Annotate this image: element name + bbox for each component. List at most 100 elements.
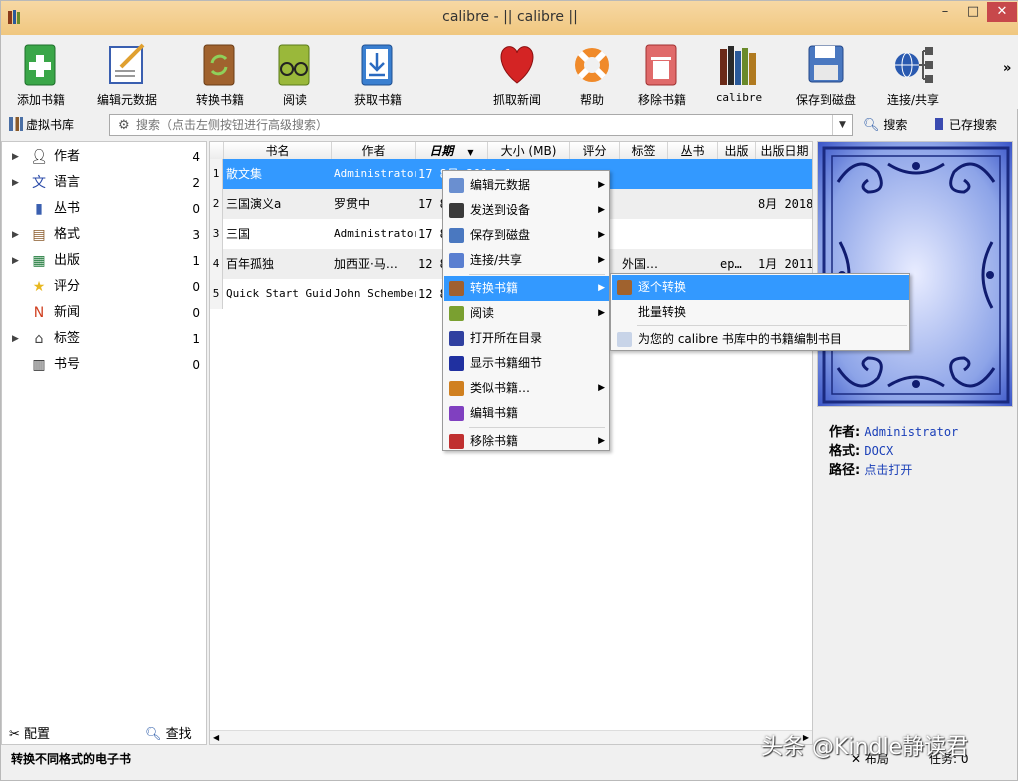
expand-arrow-icon[interactable]: ▶	[12, 170, 19, 196]
tag-category-publisher[interactable]: ▶ ▦ 出版 1	[2, 248, 206, 274]
expand-arrow-icon[interactable]: ▶	[12, 248, 19, 274]
expand-arrow-icon[interactable]: ▶	[12, 326, 19, 352]
tag-category-count: 1	[192, 332, 200, 346]
menu-item-label: 转换书籍	[470, 281, 519, 295]
menu-separator	[469, 274, 605, 275]
menu-item-connect-share[interactable]: 连接/共享 ▶	[444, 248, 609, 273]
column-header[interactable]: 日期 ▼	[416, 142, 488, 160]
toolbar-label: 获取书籍	[353, 93, 402, 107]
column-header-label: 大小 (MB)	[500, 144, 557, 158]
toolbar-button-help-lifebuoy[interactable]: 帮助	[567, 39, 617, 107]
author-key: 作者:	[829, 425, 861, 440]
submenu-item-convert-individually[interactable]: 逐个转换	[612, 275, 909, 300]
tag-category-count: 3	[192, 228, 200, 242]
toolbar-button-save-disk[interactable]: 保存到磁盘	[791, 39, 861, 107]
menu-item-send-device[interactable]: 发送到设备 ▶	[444, 198, 609, 223]
tag-category-news[interactable]: N 新闻 0	[2, 300, 206, 326]
similar-books-icon	[449, 381, 464, 396]
toolbar-button-remove-book[interactable]: 移除书籍	[631, 39, 693, 107]
expand-arrow-icon[interactable]: ▶	[12, 144, 19, 170]
close-button[interactable]: ✕	[987, 2, 1017, 22]
toolbar-overflow-button[interactable]: »	[1003, 61, 1011, 76]
gear-icon[interactable]: ⚙	[118, 118, 130, 133]
toolbar-button-fetch-news[interactable]: 抓取新闻	[485, 39, 549, 107]
read-glasses-icon	[273, 41, 317, 87]
menu-item-info[interactable]: 显示书籍细节	[444, 351, 609, 376]
search-icon: 🔍︎	[863, 118, 880, 133]
row-number[interactable]: 4	[210, 249, 223, 279]
minimize-button[interactable]: –	[931, 2, 959, 22]
column-header[interactable]: 作者	[332, 142, 416, 160]
toolbar-button-edit-metadata[interactable]: 编辑元数据	[93, 39, 161, 107]
column-header[interactable]: 标签	[620, 142, 668, 160]
menu-item-remove-book[interactable]: 移除书籍 ▶	[444, 429, 609, 454]
watermark-text: 头条 @Kindle静读君	[761, 735, 969, 760]
search-history-dropdown[interactable]: ▼	[832, 115, 852, 135]
submenu-item-label: 逐个转换	[638, 280, 687, 294]
submenu-item-create-catalog[interactable]: 为您的 calibre 书库中的书籍编制书目	[612, 327, 909, 352]
tag-category-tags[interactable]: ▶ ⌂ 标签 1	[2, 326, 206, 352]
row-number[interactable]: 1	[210, 159, 223, 189]
series-icon: ▮	[35, 201, 43, 217]
row-number[interactable]: 5	[210, 279, 223, 309]
tag-category-format[interactable]: ▶ ▤ 格式 3	[2, 222, 206, 248]
toolbar-button-read-glasses[interactable]: 阅读	[269, 39, 321, 107]
tag-category-series[interactable]: ▮ 丛书 0	[2, 196, 206, 222]
column-header[interactable]: 书名	[224, 142, 332, 160]
tag-category-language[interactable]: ▶ 文语言 2	[2, 170, 206, 196]
column-header[interactable]: 丛书	[668, 142, 718, 160]
row-number[interactable]: 3	[210, 219, 223, 249]
saved-search-button[interactable]: 已存搜索	[935, 115, 997, 135]
tag-category-barcode[interactable]: ▥ 书号 0	[2, 352, 206, 378]
menu-item-save-disk[interactable]: 保存到磁盘 ▶	[444, 223, 609, 248]
search-input[interactable]	[136, 116, 826, 134]
toolbar-button-connect-share[interactable]: 连接/共享	[881, 39, 945, 107]
menu-item-label: 打开所在目录	[470, 331, 543, 345]
search-icon: 🔍︎	[145, 727, 162, 742]
cell-title: 三国演义a	[226, 197, 282, 211]
edit-book-icon	[449, 406, 464, 421]
menu-item-similar-books[interactable]: 类似书籍… ▶	[444, 376, 609, 401]
column-header[interactable]: 出版日期	[756, 142, 812, 160]
saved-search-label: 已存搜索	[949, 118, 998, 132]
edit-metadata-icon	[105, 41, 149, 87]
toolbar-button-get-books[interactable]: 获取书籍	[345, 39, 411, 107]
column-header[interactable]: 出版	[718, 142, 756, 160]
maximize-button[interactable]: □	[959, 2, 987, 22]
menu-item-read-glasses[interactable]: 阅读 ▶	[444, 301, 609, 326]
path-link[interactable]: 点击打开	[864, 463, 912, 477]
cell-author: 罗贯中	[334, 197, 371, 211]
toolbar-button-calibre-library[interactable]: calibre	[711, 39, 767, 107]
expand-arrow-icon[interactable]: ▶	[12, 222, 19, 248]
toolbar-label: 添加书籍	[16, 93, 65, 107]
menu-item-edit-book[interactable]: 编辑书籍	[444, 401, 609, 426]
cell-author: Administrator	[334, 227, 416, 240]
tools-icon: ✂	[9, 727, 20, 742]
search-button[interactable]: 🔍︎ 搜索	[863, 115, 907, 135]
search-box: ⚙ ▼	[109, 114, 853, 136]
tag-category-rating-star[interactable]: ★ 评分 0	[2, 274, 206, 300]
column-header[interactable]: 评分	[570, 142, 620, 160]
submenu-item-bulk-convert[interactable]: 批量转换	[612, 300, 909, 325]
virtual-library-button[interactable]: 虚拟书库	[9, 115, 74, 135]
toolbar-button-convert-book[interactable]: 转换书籍	[191, 39, 249, 107]
cell-tags	[622, 189, 668, 219]
author-link[interactable]: Administrator	[864, 425, 958, 439]
cell-tags	[622, 159, 668, 189]
menu-item-open-folder[interactable]: 打开所在目录	[444, 326, 609, 351]
language-icon: 文	[32, 175, 46, 191]
toolbar-button-add-book[interactable]: 添加书籍	[9, 39, 73, 107]
find-button[interactable]: 🔍︎ 查找	[145, 723, 192, 742]
menu-item-convert-book[interactable]: 转换书籍 ▶	[444, 276, 609, 301]
horizontal-scrollbar[interactable]: ◀ ▶	[210, 730, 812, 744]
cell-publisher	[720, 189, 756, 219]
menu-item-edit-metadata[interactable]: 编辑元数据 ▶	[444, 173, 609, 198]
cell-pubdate	[758, 219, 812, 249]
configure-button[interactable]: ✂ 配置	[9, 723, 50, 742]
tag-category-author[interactable]: ▶ 👤︎ 作者 4	[2, 144, 206, 170]
column-header-label: 作者	[361, 144, 386, 158]
column-header[interactable]: 大小 (MB)	[488, 142, 570, 160]
row-number[interactable]: 2	[210, 189, 223, 219]
scroll-left-icon[interactable]: ◀	[213, 731, 219, 744]
format-link[interactable]: DOCX	[864, 444, 893, 458]
